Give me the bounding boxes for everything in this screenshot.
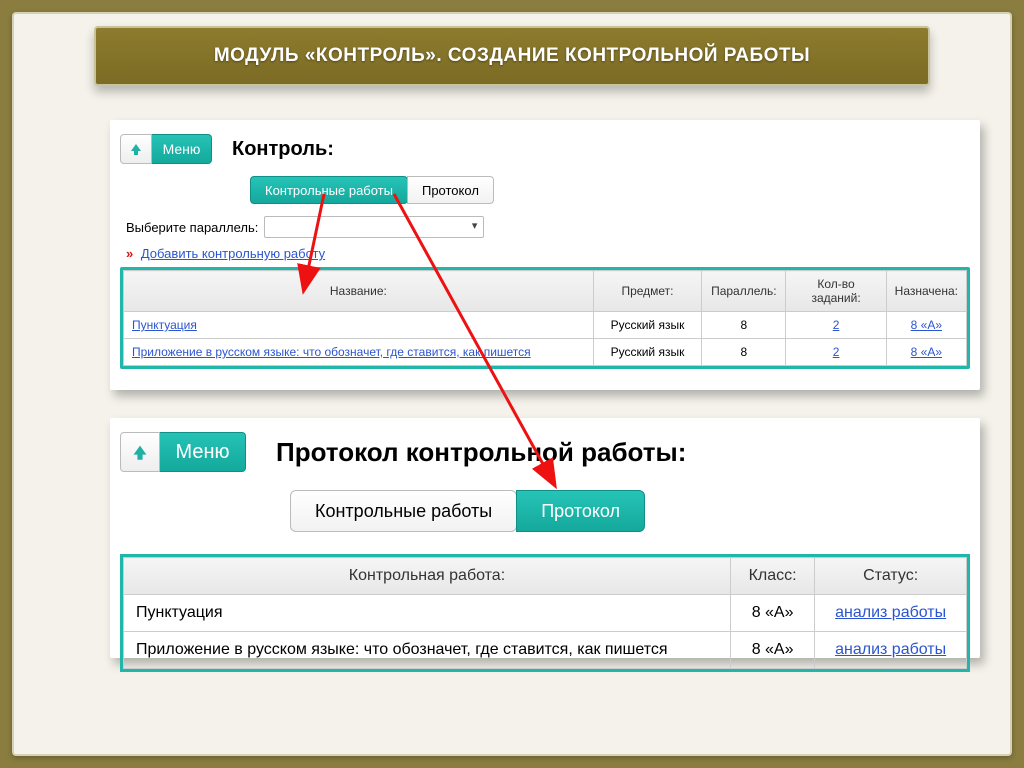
table-wrapper: Контрольная работа: Класс: Статус: Пункт…	[120, 554, 970, 672]
table-row: Приложение в русском языке: что обозначе…	[124, 632, 967, 669]
panel-heading: Контроль:	[232, 138, 334, 161]
work-parallel: 8	[702, 339, 786, 366]
tab-control-works[interactable]: Контрольные работы	[250, 176, 408, 204]
menu-button-group: Меню	[120, 432, 246, 472]
col-tasks: Кол-во заданий:	[786, 271, 886, 312]
tab-control-works[interactable]: Контрольные работы	[290, 490, 517, 532]
parallel-label: Выберите параллель:	[126, 220, 258, 235]
protocol-panel: Меню Протокол контрольной работы: Контро…	[110, 418, 980, 658]
work-tasks-link[interactable]: 2	[833, 345, 840, 359]
col-class: Класс:	[730, 558, 814, 595]
table-row: Пунктуация Русский язык 8 2 8 «А»	[124, 312, 967, 339]
protocol-class: 8 «А»	[730, 632, 814, 669]
work-name-link[interactable]: Пунктуация	[132, 318, 197, 332]
work-subject: Русский язык	[593, 339, 701, 366]
arrow-up-icon[interactable]	[120, 134, 152, 164]
slide-frame: МОДУЛЬ «КОНТРОЛЬ». СОЗДАНИЕ КОНТРОЛЬНОЙ …	[12, 12, 1012, 756]
work-assigned-link[interactable]: 8 «А»	[911, 318, 942, 332]
arrow-up-icon[interactable]	[120, 432, 160, 472]
menu-button[interactable]: Меню	[152, 134, 212, 164]
table-row: Пунктуация 8 «А» анализ работы	[124, 595, 967, 632]
work-subject: Русский язык	[593, 312, 701, 339]
col-name: Название:	[124, 271, 594, 312]
work-name-link[interactable]: Приложение в русском языке: что обозначе…	[132, 345, 531, 359]
analysis-link[interactable]: анализ работы	[835, 604, 946, 621]
parallel-select[interactable]	[264, 216, 484, 238]
work-parallel: 8	[702, 312, 786, 339]
add-link-row: » Добавить контрольную работу	[126, 246, 970, 261]
slide-title: МОДУЛЬ «КОНТРОЛЬ». СОЗДАНИЕ КОНТРОЛЬНОЙ …	[94, 26, 930, 86]
table-header-row: Название: Предмет: Параллель: Кол-во зад…	[124, 271, 967, 312]
col-status: Статус:	[815, 558, 967, 595]
work-tasks-link[interactable]: 2	[833, 318, 840, 332]
protocol-work: Пунктуация	[124, 595, 731, 632]
raquo-icon: »	[126, 246, 133, 261]
col-subject: Предмет:	[593, 271, 701, 312]
protocol-table: Контрольная работа: Класс: Статус: Пункт…	[123, 557, 967, 669]
protocol-work: Приложение в русском языке: что обозначе…	[124, 632, 731, 669]
add-control-work-link[interactable]: Добавить контрольную работу	[141, 246, 325, 261]
menu-button[interactable]: Меню	[160, 432, 246, 472]
menu-button-group: Меню	[120, 134, 212, 164]
tab-bar: Контрольные работы Протокол	[250, 176, 970, 204]
work-assigned-link[interactable]: 8 «А»	[911, 345, 942, 359]
tab-protocol[interactable]: Протокол	[407, 176, 494, 204]
analysis-link[interactable]: анализ работы	[835, 641, 946, 658]
parallel-row: Выберите параллель:	[126, 216, 970, 238]
tab-protocol[interactable]: Протокол	[516, 490, 645, 532]
col-parallel: Параллель:	[702, 271, 786, 312]
table-wrapper: Название: Предмет: Параллель: Кол-во зад…	[120, 267, 970, 369]
protocol-class: 8 «А»	[730, 595, 814, 632]
table-header-row: Контрольная работа: Класс: Статус:	[124, 558, 967, 595]
col-work: Контрольная работа:	[124, 558, 731, 595]
control-works-table: Название: Предмет: Параллель: Кол-во зад…	[123, 270, 967, 366]
control-panel: Меню Контроль: Контрольные работы Проток…	[110, 120, 980, 390]
panel-heading: Протокол контрольной работы:	[276, 437, 686, 468]
col-assigned: Назначена:	[886, 271, 966, 312]
tab-bar: Контрольные работы Протокол	[290, 490, 970, 532]
table-row: Приложение в русском языке: что обозначе…	[124, 339, 967, 366]
